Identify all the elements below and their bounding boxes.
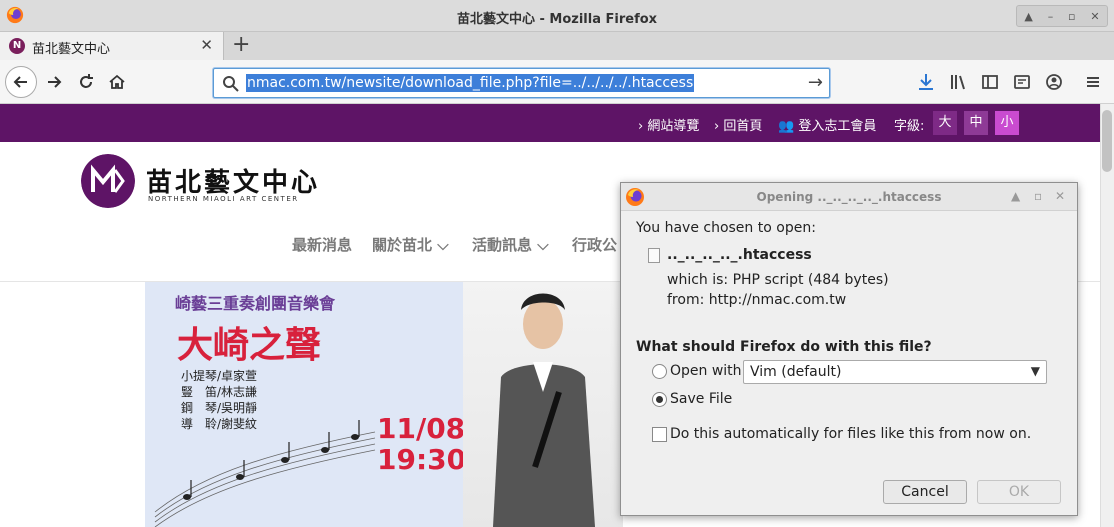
save-file-radio[interactable] [652,392,667,407]
go-arrow-icon[interactable]: → [808,72,823,93]
file-open-dialog: Opening .._.._.._.._.htaccess ▲ ▫ ✕ You … [620,182,1078,516]
arrow-left-icon [13,76,27,88]
page-scrollbar-thumb[interactable] [1102,110,1112,172]
dialog-file-source: from: http://nmac.com.tw [667,292,847,308]
open-with-value: Vim (default) [750,364,842,380]
back-button[interactable] [5,66,37,98]
tab-title: 苗北藝文中心 [32,42,111,57]
reader-view-icon[interactable] [1012,72,1032,92]
hamburger-menu-icon[interactable] [1083,72,1103,92]
banner-time: 19:30 [377,443,467,476]
reload-button[interactable] [72,68,100,96]
sidebar-icon[interactable] [980,72,1000,92]
home-icon [109,74,125,89]
dialog-question: What should Firefox do with this file? [636,339,932,355]
window-maximize-button[interactable]: ▫ [1068,10,1075,23]
open-with-label[interactable]: Open with [670,363,742,379]
site-top-strip: › 網站導覽 › 回首頁 👥 登入志工會員 字級: 大 中 小 [0,104,1100,142]
tab-nmac[interactable]: N 苗北藝文中心 ✕ [0,32,224,60]
dialog-filename: .._.._.._.._.htaccess [667,247,812,263]
chevron-down-icon: ▼ [1030,364,1040,378]
banner-subtitle: 崎藝三重奏創團音樂會 [175,294,336,313]
banner-title: 大崎之聲 [177,324,322,366]
home-link[interactable]: › 回首頁 [714,115,762,134]
cancel-button[interactable]: Cancel [883,480,967,504]
auto-action-checkbox[interactable] [652,427,667,442]
window-minimize-button[interactable]: – [1048,10,1054,23]
library-icon[interactable] [948,72,968,92]
auto-action-label[interactable]: Do this automatically for files like thi… [670,426,1031,442]
arrow-right-icon [48,76,62,88]
dialog-shade-button[interactable]: ▲ [1011,189,1020,203]
search-icon [223,76,239,92]
performer-photo [463,282,623,527]
url-bar[interactable]: nmac.com.tw/newsite/download_file.php?fi… [213,68,830,98]
nmac-logo-icon[interactable] [81,154,135,208]
open-with-radio[interactable] [652,364,667,379]
window-controls: ▲ – ▫ ✕ [1016,5,1108,27]
download-icon[interactable] [916,72,936,92]
dialog-close-button[interactable]: ✕ [1055,189,1065,203]
window-titlebar: 苗北藝文中心 - Mozilla Firefox ▲ – ▫ ✕ [0,0,1114,32]
menu-about[interactable]: 關於苗北 ⌵ [372,234,449,255]
url-text[interactable]: nmac.com.tw/newsite/download_file.php?fi… [246,74,695,92]
tab-close-icon[interactable]: ✕ [200,36,213,54]
sitemap-link[interactable]: › 網站導覽 [638,115,699,134]
menu-latest-news[interactable]: 最新消息 [292,234,352,255]
banner-date: 11/08 [377,412,466,445]
save-file-label[interactable]: Save File [670,391,732,407]
new-tab-icon[interactable]: + [232,33,250,57]
users-icon: 👥 [778,119,795,134]
window-close-button[interactable]: ✕ [1090,10,1099,23]
volunteer-login-label: 登入志工會員 [798,119,877,134]
font-medium-button[interactable]: 中 [964,111,988,135]
reload-icon [80,74,93,88]
music-staff-decoration-icon [154,420,376,527]
home-button[interactable] [103,68,131,96]
site-logo-name: 苗北藝文中心 [146,168,321,198]
font-size-label: 字級: [894,119,925,134]
site-favicon-icon: N [9,38,25,54]
menu-admin[interactable]: 行政公 [572,234,617,255]
performer-violin: 小提琴/卓家萱 [181,369,258,383]
event-banner[interactable]: 崎藝三重奏創團音樂會 大崎之聲 小提琴/卓家萱 豎 笛/林志謙 鋼 琴/吳明靜 … [145,282,481,527]
dialog-title: Opening .._.._.._.._.htaccess [756,190,942,204]
dialog-file-type: which is: PHP script (484 bytes) [667,272,889,288]
font-small-button[interactable]: 小 [995,111,1019,135]
window-shade-button[interactable]: ▲ [1024,10,1032,23]
dialog-maximize-button[interactable]: ▫ [1034,189,1042,203]
site-logo-subtitle: NORTHERN MIAOLI ART CENTER [148,195,299,203]
account-icon[interactable] [1044,72,1064,92]
open-with-select[interactable]: Vim (default) ▼ [743,360,1047,384]
clarinetist-figure-icon [493,293,595,527]
forward-button[interactable] [40,68,68,96]
script-file-icon [648,248,660,263]
navigation-toolbar: nmac.com.tw/newsite/download_file.php?fi… [0,60,1114,104]
window-title: 苗北藝文中心 - Mozilla Firefox [456,12,658,27]
dialog-titlebar: Opening .._.._.._.._.htaccess ▲ ▫ ✕ [621,183,1077,211]
dialog-intro: You have chosen to open: [636,220,816,236]
performer-clarinet: 豎 笛/林志謙 [181,385,258,399]
font-large-button[interactable]: 大 [933,111,957,135]
volunteer-login-link[interactable]: 👥 登入志工會員 [778,115,876,134]
menu-events[interactable]: 活動訊息 ⌵ [472,234,549,255]
tab-bar: N 苗北藝文中心 ✕ + [0,32,1114,60]
ok-button[interactable]: OK [977,480,1061,504]
